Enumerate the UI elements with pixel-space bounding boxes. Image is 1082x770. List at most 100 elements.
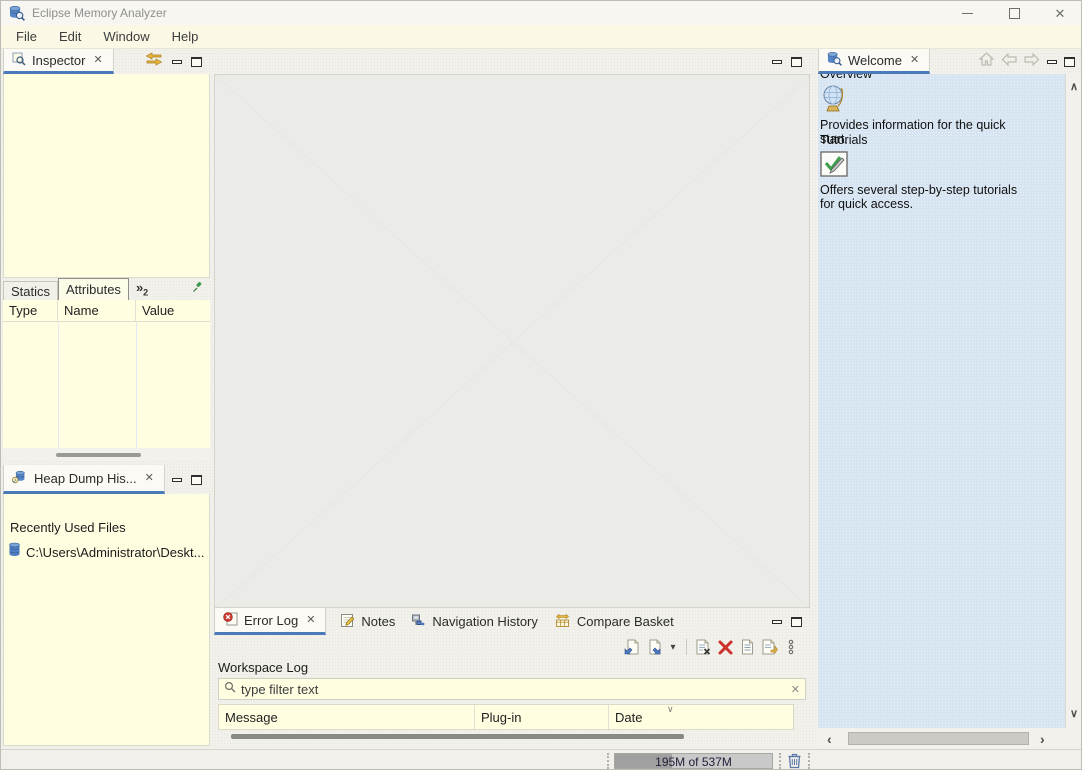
tab-inspector-close-icon[interactable]: ✕ xyxy=(91,54,104,67)
column-header-plugin[interactable]: Plug-in xyxy=(475,705,609,729)
status-grip xyxy=(808,753,810,769)
attributes-table-body xyxy=(3,322,210,448)
overview-globe-icon[interactable] xyxy=(820,84,1063,118)
run-garbage-collector-button[interactable] xyxy=(787,752,802,769)
welcome-icon xyxy=(827,51,842,69)
inspector-minimize-icon[interactable] xyxy=(172,60,182,64)
tutorials-description: Offers several step-by-step tutorials fo… xyxy=(820,183,1030,213)
tab-compare-basket[interactable]: Compare Basket xyxy=(546,608,682,635)
log-maximize-icon[interactable] xyxy=(791,617,802,627)
statusbar: 195M of 537M xyxy=(1,749,1082,770)
log-minimize-icon[interactable] xyxy=(772,620,782,624)
scroll-right-icon[interactable]: › xyxy=(1040,732,1045,746)
tab-navigation-history-label: Navigation History xyxy=(432,614,538,629)
home-icon[interactable] xyxy=(979,52,994,71)
tab-welcome-close-icon[interactable]: ✕ xyxy=(908,54,921,67)
menu-file[interactable]: File xyxy=(5,25,48,49)
welcome-minimize-icon[interactable] xyxy=(1047,60,1057,64)
notes-icon xyxy=(340,613,355,631)
navigation-history-icon xyxy=(411,613,426,631)
scrollbar-thumb[interactable] xyxy=(848,732,1029,745)
heap-history-maximize-icon[interactable] xyxy=(191,475,202,485)
column-header-name[interactable]: Name xyxy=(58,300,136,321)
tab-notes-label: Notes xyxy=(361,614,395,629)
window-maximize-button[interactable] xyxy=(999,2,1029,24)
welcome-vscrollbar[interactable]: ∧ ∨ xyxy=(1065,74,1082,728)
window-minimize-button[interactable] xyxy=(952,2,982,24)
column-header-value[interactable]: Value xyxy=(136,300,210,321)
log-filter-input[interactable] xyxy=(241,682,786,697)
scroll-left-icon[interactable]: ‹ xyxy=(827,732,832,746)
log-tabbar: Error Log ✕ Notes xyxy=(214,608,810,635)
heap-history-minimize-icon[interactable] xyxy=(172,478,182,482)
back-icon[interactable] xyxy=(1001,53,1017,71)
clear-log-icon[interactable] xyxy=(694,638,712,656)
column-header-message[interactable]: Message xyxy=(219,705,475,729)
editor-tabbar xyxy=(214,49,810,74)
log-hscrollbar[interactable] xyxy=(218,730,806,744)
scrollbar-thumb[interactable] xyxy=(56,453,141,457)
column-header-date[interactable]: Date ∨ xyxy=(609,705,793,729)
scroll-up-icon[interactable]: ∧ xyxy=(1070,82,1078,93)
tutorials-icon[interactable] xyxy=(820,151,1063,181)
recent-file-item[interactable]: C:\Users\Administrator\Deskt... xyxy=(8,542,204,562)
tab-heap-dump-history-label: Heap Dump His... xyxy=(34,471,137,486)
delete-log-icon[interactable] xyxy=(716,638,734,656)
import-dropdown-icon[interactable]: ▾ xyxy=(667,638,679,656)
tab-error-log-label: Error Log xyxy=(244,613,298,628)
toolbar-separator xyxy=(686,639,687,655)
editor-minimize-icon[interactable] xyxy=(772,60,782,64)
column-divider xyxy=(136,322,137,448)
pin-icon[interactable] xyxy=(192,280,204,298)
tab-notes[interactable]: Notes xyxy=(332,608,403,635)
recent-file-path: C:\Users\Administrator\Deskt... xyxy=(26,545,204,560)
import-log-icon[interactable] xyxy=(645,638,663,656)
tutorials-heading[interactable]: Tutorials xyxy=(820,133,1063,148)
menubar: File Edit Window Help xyxy=(1,25,1082,49)
tab-heap-dump-history[interactable]: Heap Dump His... ✕ xyxy=(3,465,165,494)
inspector-tabbar: Inspector ✕ xyxy=(3,49,210,74)
open-log-icon[interactable] xyxy=(738,638,756,656)
compare-basket-icon xyxy=(554,613,571,631)
subtab-attributes[interactable]: Attributes xyxy=(58,278,129,300)
overview-heading[interactable]: Overview xyxy=(820,74,1063,82)
link-with-snapshot-icon[interactable] xyxy=(145,52,163,71)
subtab-overflow-chevron-icon[interactable]: »2 xyxy=(136,280,148,298)
heap-status-indicator[interactable]: 195M of 537M xyxy=(614,753,773,769)
tab-compare-basket-label: Compare Basket xyxy=(577,614,674,629)
inspector-hscrollbar[interactable] xyxy=(3,448,210,461)
welcome-maximize-icon[interactable] xyxy=(1064,57,1075,67)
minimize-icon xyxy=(962,13,973,14)
tab-inspector-label: Inspector xyxy=(32,53,85,68)
restore-log-icon[interactable] xyxy=(760,638,778,656)
editor-maximize-icon[interactable] xyxy=(791,57,802,67)
view-menu-icon[interactable] xyxy=(782,638,800,656)
menu-window[interactable]: Window xyxy=(92,25,160,49)
heap-history-tabbar: Heap Dump His... ✕ xyxy=(3,465,210,494)
column-header-type[interactable]: Type xyxy=(3,300,58,321)
subtab-statics[interactable]: Statics xyxy=(3,281,58,300)
forward-icon[interactable] xyxy=(1024,53,1040,71)
scroll-down-icon[interactable]: ∨ xyxy=(1070,709,1078,720)
status-grip xyxy=(607,753,609,769)
welcome-content: Overview Provides information for the qu… xyxy=(818,74,1065,728)
error-log-icon xyxy=(223,611,238,629)
tab-error-log[interactable]: Error Log ✕ xyxy=(214,608,326,635)
editor-empty-area xyxy=(214,74,810,608)
inspector-maximize-icon[interactable] xyxy=(191,57,202,67)
window-close-button[interactable]: ✕ xyxy=(1045,2,1075,24)
tab-welcome[interactable]: Welcome ✕ xyxy=(818,49,930,74)
tab-navigation-history[interactable]: Navigation History xyxy=(403,608,546,635)
scrollbar-thumb[interactable] xyxy=(231,734,684,739)
welcome-hscrollbar[interactable]: ‹ › xyxy=(818,728,1065,749)
menu-edit[interactable]: Edit xyxy=(48,25,92,49)
tab-inspector[interactable]: Inspector ✕ xyxy=(3,49,114,74)
log-filter-box: ✕ xyxy=(218,678,806,700)
inspector-icon xyxy=(12,52,26,69)
export-log-icon[interactable] xyxy=(623,638,641,656)
menu-help[interactable]: Help xyxy=(161,25,210,49)
tab-error-log-close-icon[interactable]: ✕ xyxy=(304,614,317,627)
welcome-tabbar: Welcome ✕ xyxy=(818,49,1082,74)
clear-filter-icon[interactable]: ✕ xyxy=(791,683,800,696)
tab-heap-dump-history-close-icon[interactable]: ✕ xyxy=(143,472,156,485)
